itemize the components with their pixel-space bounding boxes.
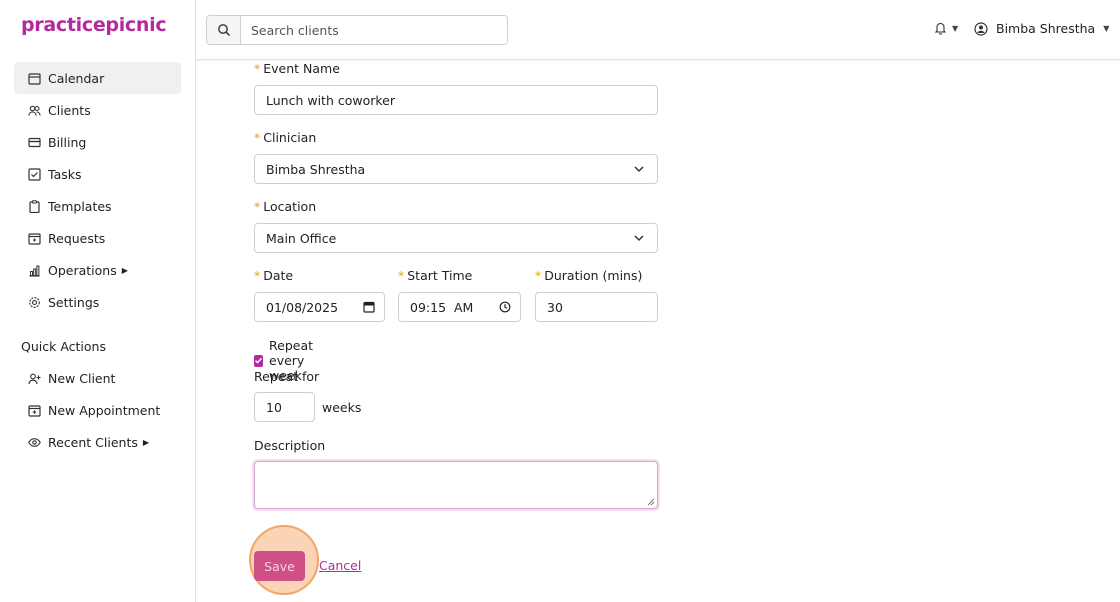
repeat-count-value: 10 <box>266 399 282 415</box>
app-logo[interactable]: practicepicnic <box>21 14 167 36</box>
quick-action-label: New Client <box>48 370 116 386</box>
clock-icon[interactable] <box>499 301 511 313</box>
sidebar-item-label: Billing <box>48 134 87 150</box>
sidebar-item-label: Requests <box>48 230 106 246</box>
resize-handle-icon[interactable] <box>647 498 655 506</box>
event-name-label: * Event Name <box>254 61 340 76</box>
quick-action-label: Recent Clients <box>48 434 138 450</box>
checkbox-checked-icon[interactable] <box>254 354 263 367</box>
inbox-icon <box>27 231 41 245</box>
event-name-value: Lunch with coworker <box>266 92 396 108</box>
label-text: Start Time <box>407 268 473 283</box>
clinician-select[interactable]: Bimba Shrestha <box>254 154 658 184</box>
location-label: * Location <box>254 199 316 214</box>
quick-action-recent-clients[interactable]: Recent Clients ▶ <box>14 426 181 458</box>
label-text: Clinician <box>263 130 317 145</box>
top-header: ▼ Bimba Shrestha ▼ <box>196 0 1120 60</box>
sidebar-item-label: Templates <box>48 198 112 214</box>
duration-input[interactable]: 30 <box>535 292 658 322</box>
location-value: Main Office <box>266 230 337 246</box>
clinician-value: Bimba Shrestha <box>266 161 366 177</box>
calendar-picker-icon[interactable] <box>363 301 375 313</box>
sidebar-item-tasks[interactable]: Tasks <box>14 158 181 190</box>
label-text: Duration (mins) <box>544 268 643 283</box>
notifications-button[interactable]: ▼ <box>934 21 958 35</box>
chevron-down-icon <box>634 166 644 173</box>
sidebar-item-calendar[interactable]: Calendar <box>14 62 181 94</box>
sidebar-item-label: Tasks <box>48 166 82 182</box>
sidebar-item-clients[interactable]: Clients <box>14 94 181 126</box>
credit-card-icon <box>27 135 41 149</box>
date-label: * Date <box>254 268 293 283</box>
start-time-input[interactable]: 09:15 AM <box>398 292 521 322</box>
users-icon <box>27 103 41 117</box>
duration-label: * Duration (mins) <box>535 268 642 283</box>
required-marker: * <box>254 130 261 145</box>
label-text: Event Name <box>263 61 340 76</box>
quick-actions-heading: Quick Actions <box>21 339 106 354</box>
sidebar-item-billing[interactable]: Billing <box>14 126 181 158</box>
sidebar-item-operations[interactable]: Operations ▶ <box>14 254 181 286</box>
gear-icon <box>27 295 41 309</box>
quick-action-new-client[interactable]: New Client <box>14 362 181 394</box>
search-button[interactable] <box>207 16 241 44</box>
caret-down-icon: ▼ <box>952 23 959 33</box>
sidebar-item-label: Calendar <box>48 70 105 86</box>
calendar-icon <box>27 71 41 85</box>
repeat-count-input[interactable]: 10 <box>254 392 315 422</box>
location-select[interactable]: Main Office <box>254 223 658 253</box>
sidebar-nav: Calendar Clients Billing Tasks Templates <box>14 62 181 318</box>
required-marker: * <box>535 268 542 283</box>
calendar-plus-icon <box>27 403 41 417</box>
checkbox-icon <box>27 167 41 181</box>
caret-right-icon: ▶ <box>121 265 128 275</box>
required-marker: * <box>254 199 261 214</box>
caret-right-icon: ▶ <box>142 437 150 447</box>
repeat-unit-label: weeks <box>322 400 362 415</box>
quick-action-label: New Appointment <box>48 402 161 418</box>
bar-chart-icon <box>27 263 41 277</box>
user-name: Bimba Shrestha <box>996 21 1096 36</box>
sidebar-item-label: Clients <box>48 102 91 118</box>
user-menu[interactable]: Bimba Shrestha ▼ <box>974 21 1109 36</box>
label-text: Location <box>263 199 317 214</box>
required-marker: * <box>254 268 261 283</box>
quick-action-new-appointment[interactable]: New Appointment <box>14 394 181 426</box>
chevron-down-icon <box>634 235 644 242</box>
search-input[interactable] <box>241 16 507 44</box>
required-marker: * <box>398 268 405 283</box>
caret-down-icon: ▼ <box>1103 24 1110 33</box>
save-button[interactable]: Save <box>254 551 305 581</box>
label-text: Date <box>263 268 294 283</box>
user-plus-icon <box>27 371 41 385</box>
duration-value: 30 <box>547 299 563 315</box>
sidebar-item-settings[interactable]: Settings <box>14 286 181 318</box>
search-icon <box>217 24 230 37</box>
start-time-label: * Start Time <box>398 268 472 283</box>
user-avatar-icon <box>974 21 988 36</box>
repeat-for-label: Repeat for <box>254 369 320 384</box>
clipboard-icon <box>27 199 41 213</box>
event-name-input[interactable]: Lunch with coworker <box>254 85 658 115</box>
sidebar-item-templates[interactable]: Templates <box>14 190 181 222</box>
description-textarea[interactable] <box>254 461 658 509</box>
sidebar: practicepicnic Calendar Clients Billing … <box>0 0 196 602</box>
start-time-value: 09:15 AM <box>410 299 474 315</box>
sidebar-item-label: Operations <box>48 262 117 278</box>
eye-icon <box>27 435 41 449</box>
sidebar-item-label: Settings <box>48 294 100 310</box>
required-marker: * <box>254 61 261 76</box>
clinician-label: * Clinician <box>254 130 316 145</box>
date-input[interactable]: 01/08/2025 <box>254 292 385 322</box>
quick-actions: New Client New Appointment Recent Client… <box>14 362 181 458</box>
cancel-link[interactable]: Cancel <box>319 558 361 573</box>
description-label: Description <box>254 438 326 453</box>
bell-icon <box>934 22 947 35</box>
date-value: 01/08/2025 <box>266 299 339 315</box>
sidebar-item-requests[interactable]: Requests <box>14 222 181 254</box>
search-bar <box>206 15 508 45</box>
